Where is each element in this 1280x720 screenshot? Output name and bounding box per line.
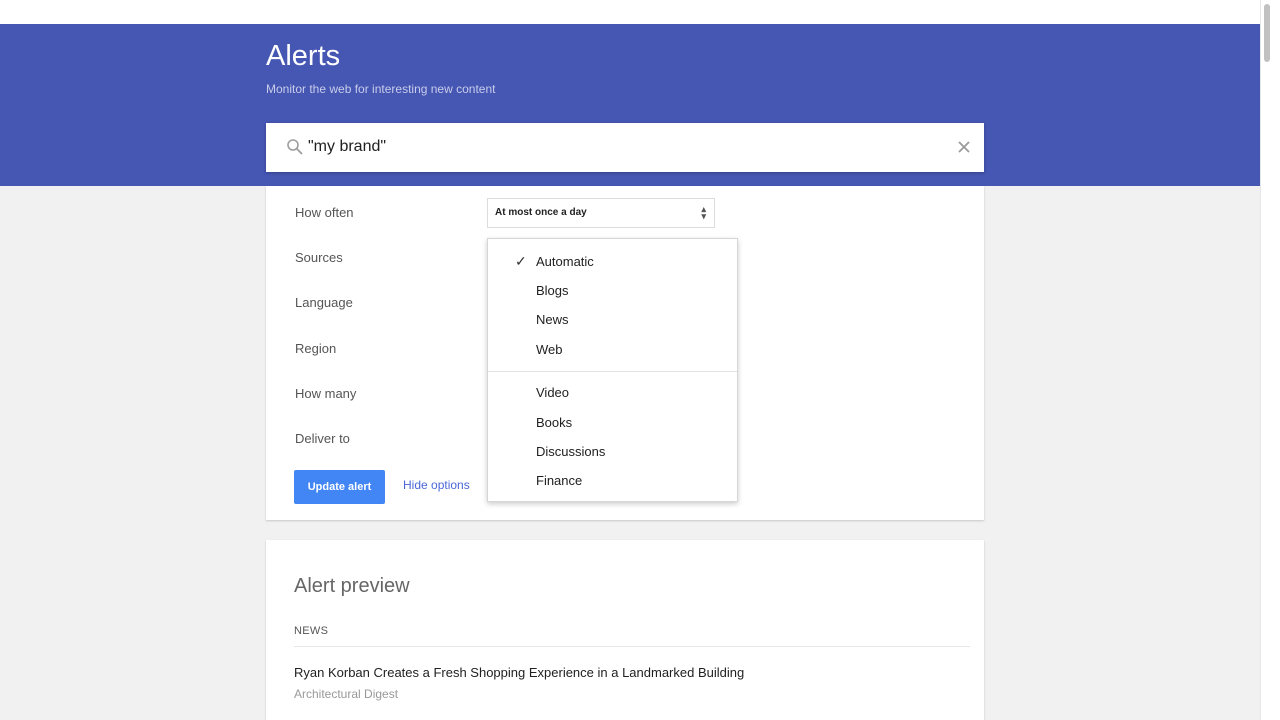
deliver-to-label: Deliver to [295,431,350,446]
language-label: Language [295,295,353,310]
preview-section-label: NEWS [294,625,329,637]
search-bar[interactable] [266,123,984,172]
page-subtitle: Monitor the web for interesting new cont… [266,82,496,96]
checkmark-icon: ✓ [515,253,527,269]
source-option-books[interactable]: Books [536,415,572,430]
top-strip [0,0,1260,24]
how-often-value: At most once a day [495,207,587,218]
sources-dropdown-menu: ✓ Automatic Blogs News Web Video Books D… [487,238,738,502]
search-input[interactable] [308,138,908,156]
alert-preview-card: Alert preview NEWS Ryan Korban Creates a… [266,540,984,720]
how-often-label: How often [295,205,354,220]
page-title: Alerts [266,40,341,72]
source-option-web[interactable]: Web [536,342,563,357]
source-option-finance[interactable]: Finance [536,473,582,488]
source-option-video[interactable]: Video [536,385,569,400]
source-option-discussions[interactable]: Discussions [536,444,605,459]
search-icon [287,139,303,155]
update-alert-button[interactable]: Update alert [294,470,385,504]
how-many-label: How many [295,386,357,401]
scrollbar-thumb[interactable] [1264,4,1270,62]
preview-article-source: Architectural Digest [294,687,399,701]
source-option-news[interactable]: News [536,312,569,327]
how-often-select[interactable]: At most once a day ▴ ▾ [487,198,715,228]
section-divider [294,646,970,647]
preview-title: Alert preview [294,575,410,597]
hide-options-link[interactable]: Hide options [403,478,470,492]
dropdown-divider [488,371,737,372]
sources-label: Sources [295,250,343,265]
source-option-automatic[interactable]: Automatic [536,254,594,269]
preview-article-link[interactable]: Ryan Korban Creates a Fresh Shopping Exp… [294,665,744,680]
scrollbar-track[interactable] [1260,0,1280,720]
source-option-blogs[interactable]: Blogs [536,283,569,298]
close-icon[interactable] [954,137,974,157]
select-arrows-icon: ▴ ▾ [701,204,706,221]
region-label: Region [295,341,337,356]
